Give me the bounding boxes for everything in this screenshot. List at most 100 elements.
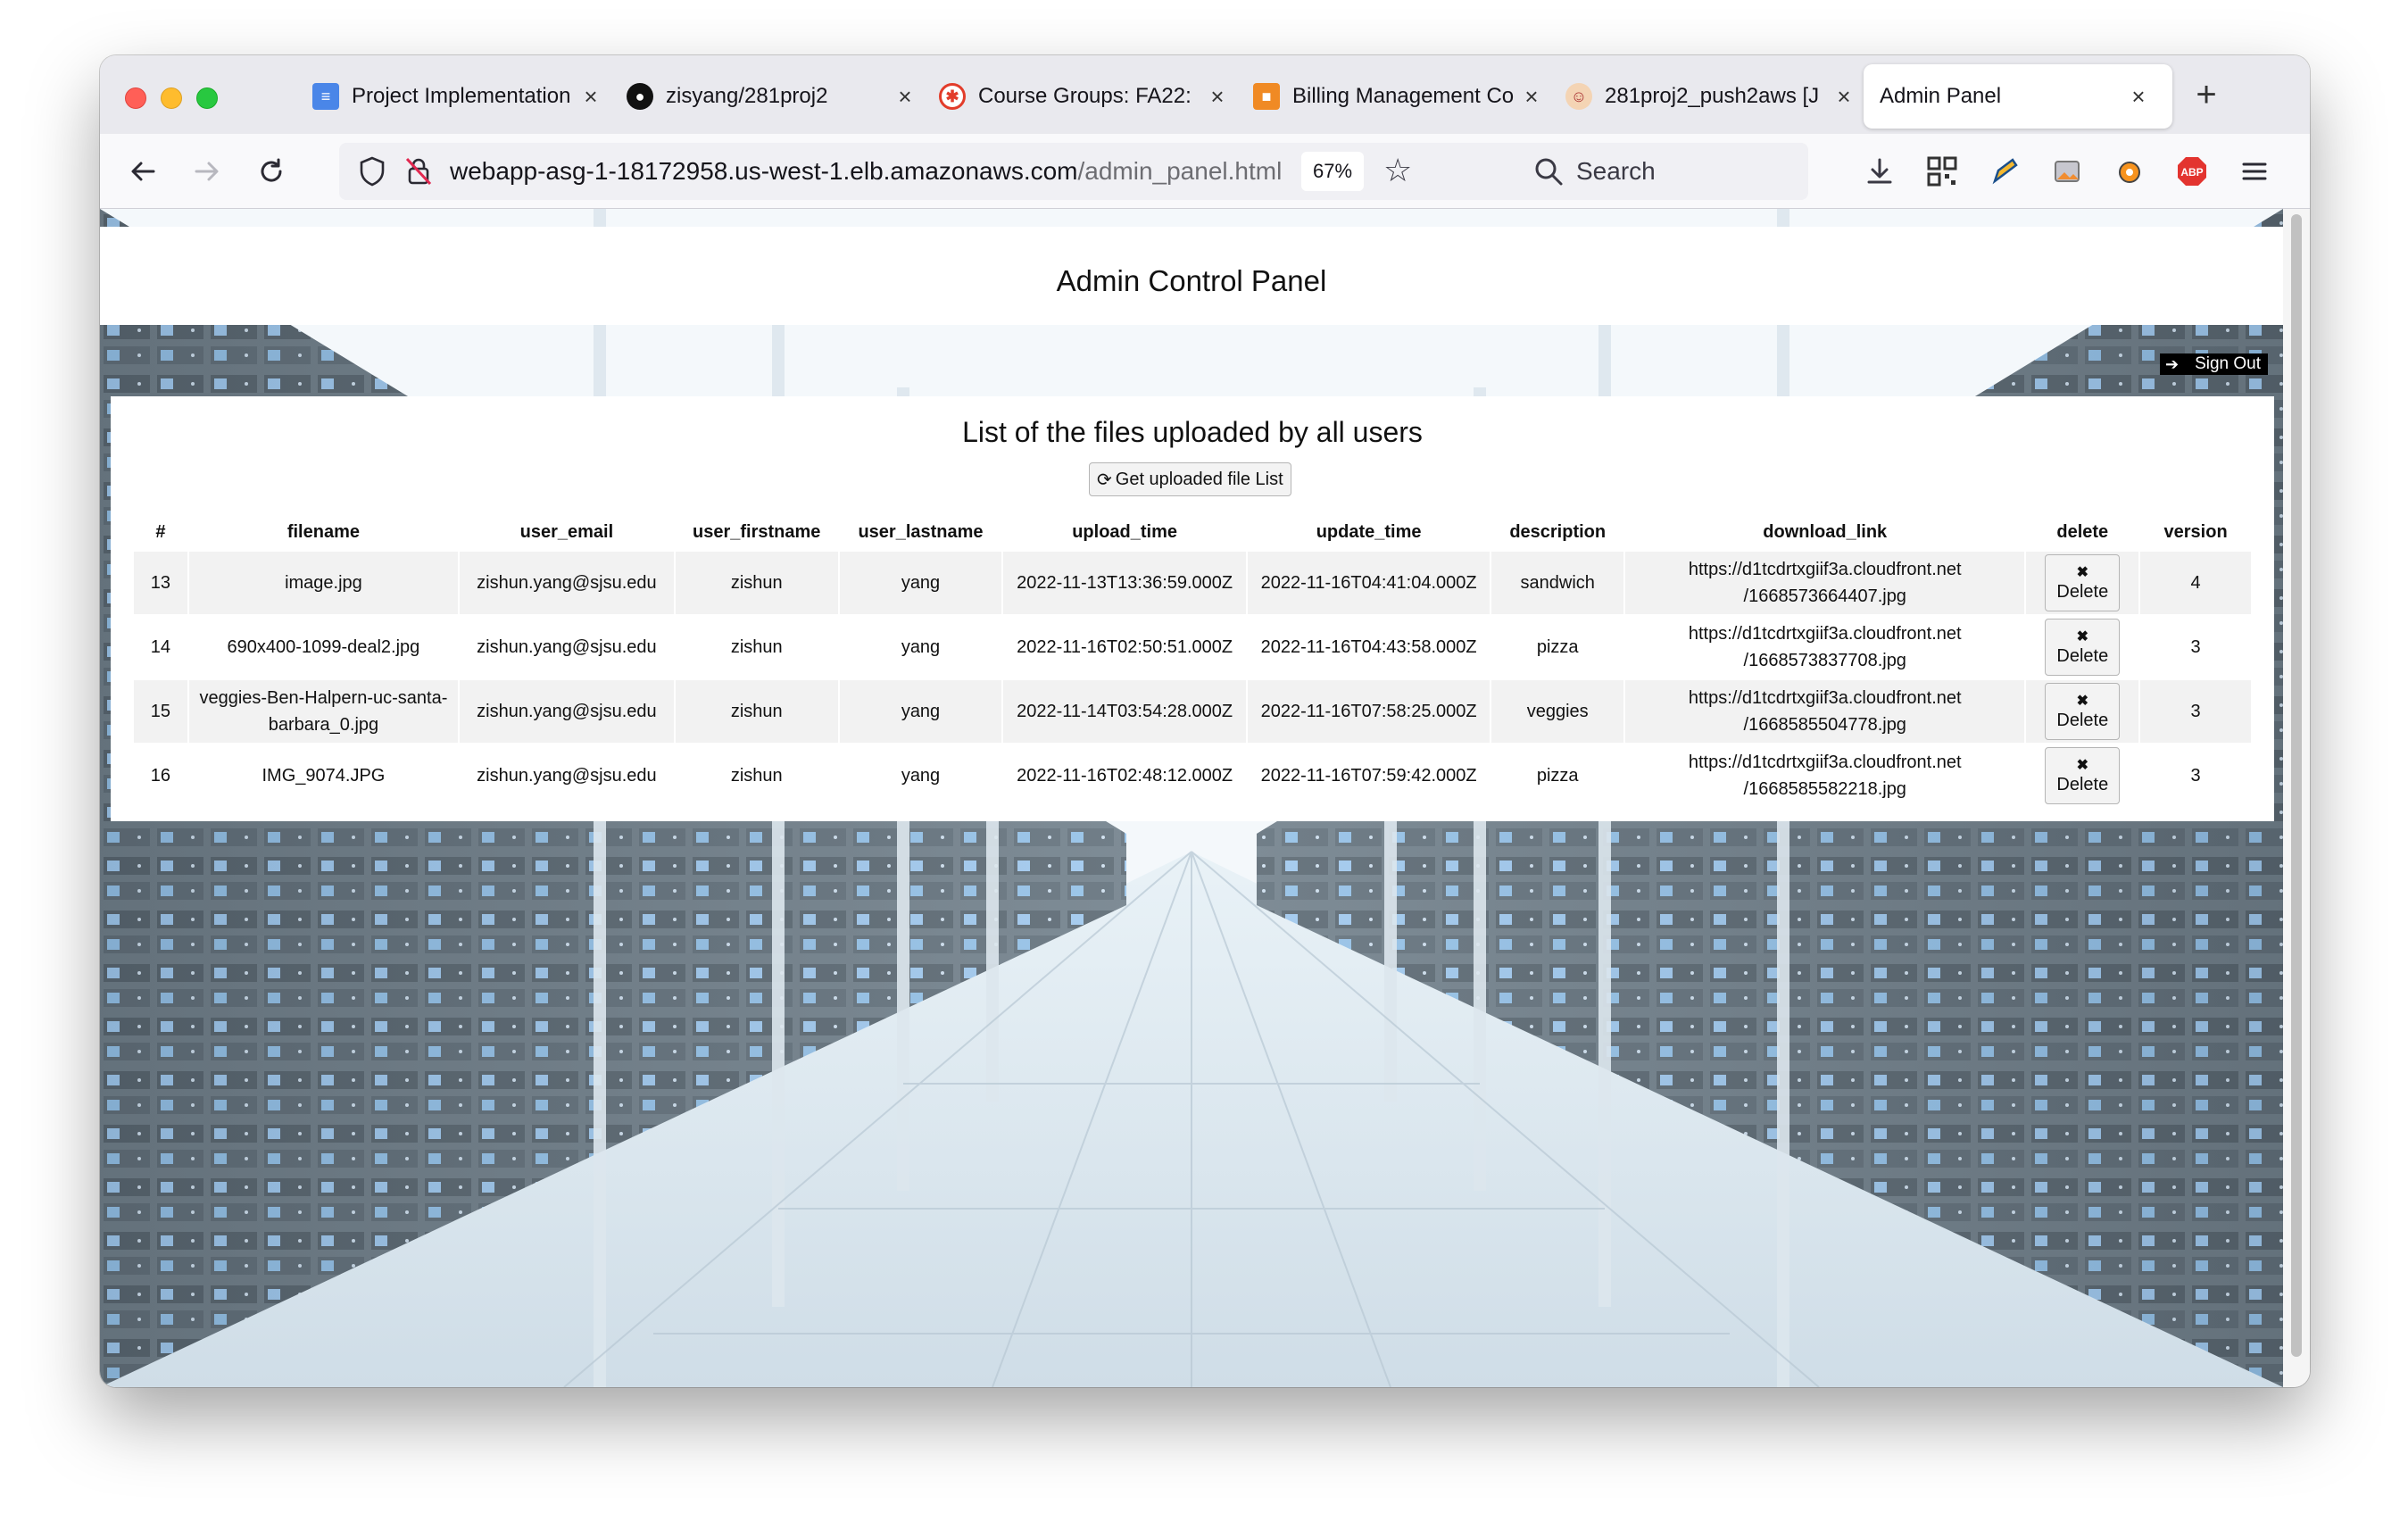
download-link-host[interactable]: https://d1tcdrtxgiif3a.cloudfront.net (1631, 749, 2019, 776)
delete-label: Delete (2056, 581, 2109, 602)
cell-download-link[interactable]: https://d1tcdrtxgiif3a.cloudfront.net/16… (1625, 552, 2025, 614)
zoom-window-button[interactable] (196, 87, 218, 109)
delete-button[interactable]: ✖ Delete (2045, 683, 2121, 740)
delete-button[interactable]: ✖ Delete (2045, 619, 2121, 676)
cell-description: pizza (1536, 637, 1579, 657)
zoom-level-badge[interactable]: 67% (1301, 152, 1364, 191)
close-tab-icon[interactable]: × (1833, 83, 1855, 111)
table-row: 13 image.jpg zishun.yang@sjsu.edu zishun… (134, 552, 2251, 614)
column-header-id: # (155, 521, 166, 542)
delete-button[interactable]: ✖ Delete (2045, 747, 2121, 804)
tab-billing-management[interactable]: ■ Billing Management Co × (1237, 64, 1558, 129)
url-text[interactable]: webapp-asg-1-18172958.us-west-1.elb.amaz… (450, 157, 1282, 186)
download-link-path[interactable]: /1668573664407.jpg (1631, 583, 2019, 610)
cell-upload-time: 2022-11-16T02:48:12.000Z (1017, 766, 1233, 786)
tab-admin-panel[interactable]: Admin Panel × (1864, 64, 2172, 129)
cell-update-time: 2022-11-16T04:43:58.000Z (1260, 637, 1477, 657)
close-tab-icon[interactable]: × (1207, 83, 1228, 111)
cell-version: 4 (2140, 552, 2251, 614)
cell-download-link[interactable]: https://d1tcdrtxgiif3a.cloudfront.net/16… (1625, 680, 2025, 743)
cell-delete: ✖ Delete (2026, 744, 2138, 807)
column-header-upload-time: upload_time (1072, 521, 1178, 542)
canvas-icon: ✱ (939, 83, 966, 110)
download-link-path[interactable]: /1668573837708.jpg (1631, 647, 2019, 674)
reload-button[interactable] (250, 150, 293, 193)
cell-delete: ✖ Delete (2026, 680, 2139, 743)
download-link-path[interactable]: /1668585504778.jpg (1631, 711, 2019, 738)
sign-out-button[interactable]: ➔ Sign Out (2160, 353, 2269, 375)
cell-description: pizza (1536, 766, 1579, 786)
table-header-row: # filename user_email user_firstname use… (134, 514, 2251, 550)
image-gallery-icon (2055, 161, 2080, 182)
cell-update-time: 2022-11-16T07:59:42.000Z (1260, 766, 1477, 786)
download-link-host[interactable]: https://d1tcdrtxgiif3a.cloudfront.net (1631, 685, 2019, 711)
tab-course-groups[interactable]: ✱ Course Groups: FA22: × (923, 64, 1244, 129)
get-uploaded-file-list-button[interactable]: ⟳ Get uploaded file List (1089, 462, 1291, 496)
search-box[interactable]: Search (1517, 143, 1808, 200)
qr-code-icon[interactable] (1924, 154, 1960, 189)
cell-delete: ✖ Delete (2026, 616, 2138, 678)
column-header-version: version (2163, 521, 2228, 542)
menu-button[interactable] (2237, 154, 2272, 189)
adblock-plus-icon[interactable]: ABP (2174, 154, 2210, 189)
cell-id: 13 (134, 552, 187, 614)
url-host: webapp-asg-1-18172958.us-west-1.elb.amaz… (450, 157, 1078, 185)
delete-label: Delete (2056, 645, 2109, 666)
fox-icon (2119, 162, 2140, 183)
extension-screenshot-icon[interactable] (2049, 154, 2085, 189)
forward-button[interactable] (186, 150, 228, 193)
close-tab-icon[interactable]: × (894, 83, 916, 111)
cell-download-link[interactable]: https://d1tcdrtxgiif3a.cloudfront.net/16… (1625, 616, 2024, 678)
cell-update-time: 2022-11-16T04:41:04.000Z (1247, 552, 1490, 614)
new-tab-button[interactable]: + (2188, 77, 2224, 112)
column-header-description: description (1509, 521, 1607, 542)
cell-email: zishun.yang@sjsu.edu (460, 680, 674, 743)
cell-email: zishun.yang@sjsu.edu (477, 766, 657, 786)
cell-download-link[interactable]: https://d1tcdrtxgiif3a.cloudfront.net/16… (1625, 744, 2024, 807)
delete-x-icon: ✖ (2076, 693, 2088, 709)
cell-id: 16 (150, 766, 171, 786)
column-header-user-lastname: user_lastname (858, 521, 984, 542)
files-panel: List of the files uploaded by all users … (111, 396, 2274, 821)
download-arrow-icon (1867, 158, 1892, 184)
cell-firstname: zishun (675, 680, 838, 743)
insecure-lock-icon[interactable] (403, 155, 434, 187)
back-arrow-icon (131, 162, 155, 181)
sign-out-label: Sign Out (2195, 354, 2262, 373)
cell-upload-time: 2022-11-14T03:54:28.000Z (1003, 680, 1246, 743)
download-link-host[interactable]: https://d1tcdrtxgiif3a.cloudfront.net (1631, 556, 2019, 583)
cell-filename: veggies-Ben-Halpern-uc-santa-barbara_0.j… (188, 680, 458, 743)
tab-github[interactable]: ● zisyang/281proj2 × (610, 64, 932, 129)
scrollbar-thumb[interactable] (2291, 214, 2302, 1357)
shield-icon[interactable] (357, 155, 387, 187)
vertical-scrollbar[interactable] (2283, 209, 2310, 1387)
download-link-path[interactable]: /1668585582218.jpg (1631, 776, 2019, 802)
close-window-button[interactable] (125, 87, 146, 109)
cell-filename: image.jpg (188, 552, 458, 614)
download-link-host[interactable]: https://d1tcdrtxgiif3a.cloudfront.net (1631, 620, 2019, 647)
cell-lastname: yang (901, 637, 941, 657)
address-bar[interactable]: webapp-asg-1-18172958.us-west-1.elb.amaz… (339, 143, 1542, 200)
url-path: /admin_panel.html (1077, 157, 1283, 185)
cell-description: veggies (1491, 680, 1624, 743)
tab-jenkins[interactable]: ☺ 281proj2_push2aws [J × (1549, 64, 1871, 129)
close-tab-icon[interactable]: × (2128, 83, 2149, 111)
delete-button[interactable]: ✖ Delete (2045, 554, 2121, 611)
extension-fox-icon[interactable] (2112, 154, 2147, 189)
close-tab-icon[interactable]: × (1521, 83, 1542, 111)
cell-firstname: zishun (675, 552, 838, 614)
minimize-window-button[interactable] (161, 87, 182, 109)
delete-label: Delete (2056, 710, 2109, 730)
column-header-user-email: user_email (519, 521, 614, 542)
get-button-label: Get uploaded file List (1115, 469, 1283, 489)
hamburger-menu-icon (2242, 162, 2267, 180)
cell-upload-time: 2022-11-13T13:36:59.000Z (1003, 552, 1246, 614)
close-tab-icon[interactable]: × (580, 83, 602, 111)
back-button[interactable] (121, 150, 164, 193)
downloads-icon[interactable] (1862, 154, 1897, 189)
extension-pencil-icon[interactable] (1987, 154, 2022, 189)
tab-project-implementation[interactable]: ≡ Project Implementation × (296, 64, 618, 129)
navigation-bar: webapp-asg-1-18172958.us-west-1.elb.amaz… (100, 134, 2310, 209)
cell-version: 3 (2190, 766, 2201, 786)
bookmark-star-icon[interactable]: ☆ (1383, 152, 1412, 189)
